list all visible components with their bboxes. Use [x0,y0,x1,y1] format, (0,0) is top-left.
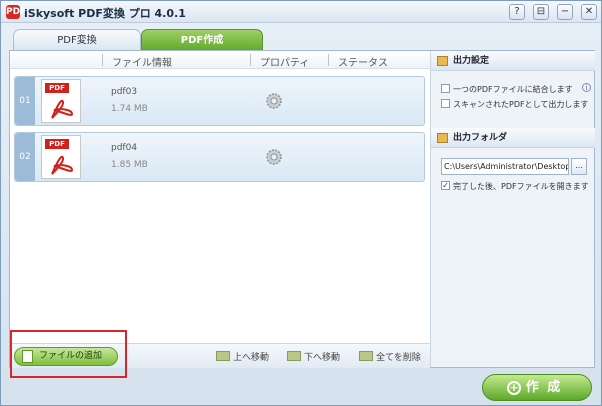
highlight-annotation [10,330,127,378]
row-number: 01 [15,77,35,125]
file-row[interactable]: 01 PDF pdf03 1.74 MB [14,76,425,126]
output-folder-title: 出力フォルダ [453,133,508,143]
minimize-button[interactable]: − [557,4,573,20]
app-window: PDF iSkysoft PDF変換 プロ 4.0.1 ? ⊟ − ✕ PDF変… [0,0,602,406]
file-size: 1.85 MB [111,160,148,170]
create-button[interactable]: + 作 成 [482,374,592,401]
row-number: 02 [15,133,35,181]
pdf-swirl-icon [51,155,74,175]
pdf-swirl-icon [51,99,74,119]
settings-panel: 出力設定 一つのPDFファイルに結合します i スキャンされたPDFとして出力し… [430,51,595,367]
plus-circle-icon: + [507,381,521,395]
title-bar: PDF iSkysoft PDF変換 プロ 4.0.1 ? ⊟ − ✕ [1,1,601,23]
settings-button[interactable]: ⊟ [533,4,549,20]
folder-icon [437,133,448,143]
main-panel: ファイル情報 プロパティ ステータス 01 PDF pdf03 1.74 MB … [9,50,595,378]
trash-icon [359,351,373,361]
merge-label: 一つのPDFファイルに結合します [453,85,573,94]
browse-button[interactable]: ... [571,158,587,175]
properties-gear-icon[interactable] [265,148,283,166]
move-up-icon [216,351,230,361]
properties-gear-icon[interactable] [265,92,283,110]
file-row[interactable]: 02 PDF pdf04 1.85 MB [14,132,425,182]
create-label: 作 成 [525,380,563,395]
move-up-label: 上へ移動 [233,353,270,363]
delete-all-button[interactable]: 全てを削除 [359,350,421,363]
output-folder-header: 出力フォルダ [431,128,595,148]
output-settings-icon [437,56,448,66]
file-name: pdf04 [111,143,138,153]
scan-checkbox[interactable] [441,99,450,108]
delete-all-label: 全てを削除 [376,353,421,363]
pdf-tag: PDF [45,139,69,149]
column-header: ファイル情報 プロパティ ステータス [10,51,430,69]
pdf-file-icon: PDF [41,79,81,123]
info-icon[interactable]: i [582,83,591,92]
close-button[interactable]: ✕ [581,4,597,20]
scan-label: スキャンされたPDFとして出力します [453,100,589,109]
column-status[interactable]: ステータス [338,54,388,69]
app-title: iSkysoft PDF変換 プロ 4.0.1 [24,7,186,20]
column-properties[interactable]: プロパティ [260,54,309,69]
output-path-input[interactable]: C:\Users\Administrator\Desktop\ [441,158,569,175]
output-settings-header: 出力設定 [431,51,595,71]
move-down-label: 下へ移動 [304,353,341,363]
tab-pdf-convert[interactable]: PDF変換 [13,29,141,51]
column-divider [250,54,251,66]
move-down-icon [287,351,301,361]
column-divider [328,54,329,66]
pdf-tag: PDF [45,83,69,93]
file-size: 1.74 MB [111,104,148,114]
column-divider [102,54,103,66]
pdf-file-icon: PDF [41,135,81,179]
open-after-option[interactable]: ✓ 完了した後、PDFファイルを開きます [441,181,589,192]
move-down-button[interactable]: 下へ移動 [287,350,340,363]
file-name: pdf03 [111,87,138,97]
move-up-button[interactable]: 上へ移動 [216,350,269,363]
merge-option[interactable]: 一つのPDFファイルに結合します [441,84,573,95]
tab-pdf-create[interactable]: PDF作成 [141,29,263,51]
scan-option[interactable]: スキャンされたPDFとして出力します [441,99,588,110]
app-logo-icon: PDF [6,5,27,19]
help-button[interactable]: ? [509,4,525,20]
merge-checkbox[interactable] [441,84,450,93]
output-settings-title: 出力設定 [453,56,490,66]
open-after-checkbox[interactable]: ✓ [441,181,450,190]
open-after-label: 完了した後、PDFファイルを開きます [453,182,589,191]
column-file-info[interactable]: ファイル情報 [112,54,172,69]
